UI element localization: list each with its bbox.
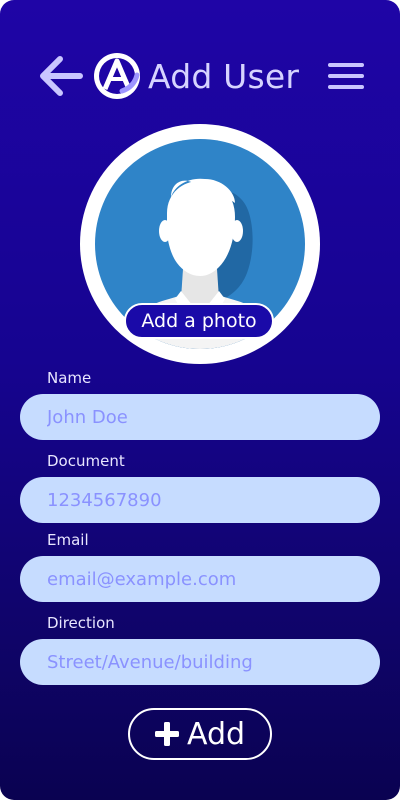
add-photo-button[interactable]: Add a photo [124, 303, 274, 339]
plus-icon [154, 722, 179, 746]
direction-label: Direction [47, 614, 115, 632]
add-user-button[interactable]: Add [128, 708, 272, 760]
name-label: Name [47, 369, 92, 387]
app-logo-icon [94, 53, 140, 99]
email-field[interactable] [20, 556, 380, 602]
hamburger-menu-icon [328, 63, 364, 89]
back-button[interactable] [34, 49, 88, 103]
name-field[interactable] [20, 394, 380, 440]
add-button-label: Add [186, 716, 246, 752]
add-user-screen: Add User Add a photo Name John Doe Docum… [0, 0, 400, 800]
arrow-left-icon [40, 56, 83, 96]
document-label: Document [47, 452, 125, 470]
menu-button[interactable] [326, 56, 366, 96]
document-field[interactable] [20, 477, 380, 523]
header-bar: Add User [38, 44, 366, 108]
page-title: Add User [148, 56, 300, 96]
email-label: Email [47, 531, 89, 549]
direction-field[interactable] [20, 639, 380, 685]
